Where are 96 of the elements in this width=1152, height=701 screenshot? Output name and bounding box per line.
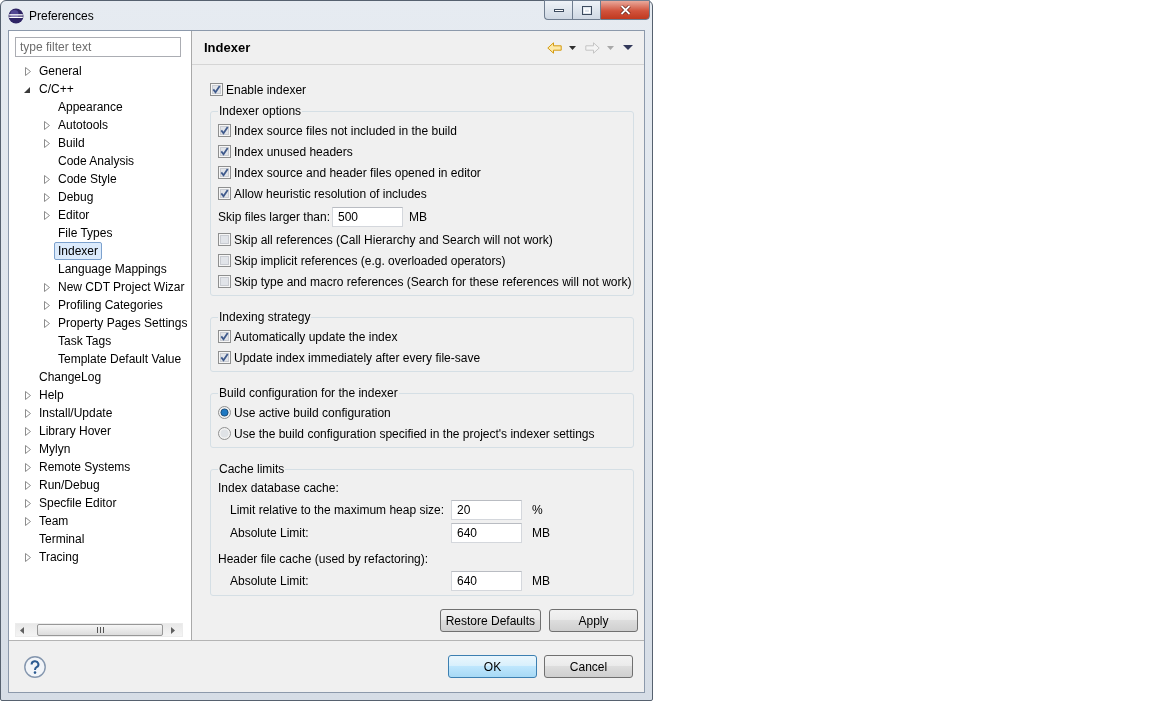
tree-item[interactable]: Debug	[54, 188, 98, 206]
tree-item[interactable]: Task Tags	[54, 332, 116, 350]
striped-sphere-icon	[8, 7, 24, 24]
checkbox[interactable]	[218, 166, 231, 179]
unit-label: MB	[409, 209, 427, 224]
tree-item[interactable]: New CDT Project Wizar	[54, 278, 189, 296]
tree-item[interactable]: Template Default Value	[54, 350, 186, 368]
radio-label: Use the build configuration specified in the project's indexer settings	[234, 426, 595, 441]
field-label: Limit relative to the maximum heap size:	[230, 502, 446, 517]
unit-label: MB	[532, 573, 550, 588]
tree-item[interactable]: Language Mappings	[54, 260, 171, 278]
checkbox[interactable]	[218, 145, 231, 158]
cancel-button[interactable]: Cancel	[544, 655, 633, 678]
minimize-icon	[553, 8, 564, 12]
input-field[interactable]: 20	[451, 499, 522, 520]
maximize-button[interactable]	[572, 0, 600, 20]
checkbox[interactable]	[218, 254, 231, 267]
radio-button[interactable]	[218, 406, 231, 419]
tree-item[interactable]: Help	[35, 386, 68, 404]
tree-item[interactable]: Terminal	[35, 530, 89, 548]
page-title: Indexer	[204, 40, 251, 55]
tree-item[interactable]: Run/Debug	[35, 476, 104, 494]
grip-icon	[96, 627, 104, 633]
tree-item[interactable]: Build	[54, 134, 89, 152]
apply-button[interactable]: Apply	[549, 609, 638, 632]
checkbox-label: Enable indexer	[226, 82, 307, 97]
scrollbar-thumb[interactable]	[37, 624, 163, 636]
group-title: Indexer options	[218, 103, 303, 120]
checkbox[interactable]	[210, 83, 223, 96]
tree-item[interactable]: Appearance	[54, 98, 127, 116]
checkbox[interactable]	[218, 124, 231, 137]
checkbox[interactable]	[218, 275, 231, 288]
field-label: Absolute Limit:	[230, 573, 310, 588]
group-title: Build configuration for the indexer	[218, 385, 399, 402]
tree-item[interactable]: General	[35, 62, 86, 80]
tree-item[interactable]: Remote Systems	[35, 458, 135, 476]
input-field[interactable]: 640	[451, 522, 522, 543]
checkbox-label: Skip type and macro references (Search for these references will not work)	[234, 274, 632, 289]
checkbox-label: Automatically update the index	[234, 329, 398, 344]
checkbox-label: Index source and header files opened in editor	[234, 165, 481, 180]
input-field[interactable]: 500	[332, 206, 403, 227]
tree-item[interactable]: Library Hover	[35, 422, 116, 440]
tree-item[interactable]: Editor	[54, 206, 94, 224]
caret-down-icon[interactable]	[24, 87, 30, 93]
arrow-left-icon[interactable]	[20, 626, 24, 634]
input-field[interactable]: 640	[451, 570, 522, 591]
caret-right-icon[interactable]	[25, 66, 31, 76]
caret-icon[interactable]	[569, 45, 576, 50]
field-label: Skip files larger than:	[218, 209, 332, 224]
radio-label: Use active build configuration	[234, 405, 391, 420]
horizontal-scrollbar[interactable]	[15, 623, 183, 637]
tree-item[interactable]: Install/Update	[35, 404, 117, 422]
tree-item[interactable]: Code Style	[54, 170, 121, 188]
tree-item[interactable]: C/C++	[35, 80, 78, 98]
close-icon	[619, 5, 631, 15]
checkbox-label: Skip all references (Call Hierarchy and Search will not work)	[234, 232, 553, 247]
section-label: Header file cache (used by refactoring):	[218, 552, 429, 566]
tree-item[interactable]: ChangeLog	[35, 368, 106, 386]
checkbox[interactable]	[218, 233, 231, 246]
unit-label: MB	[532, 525, 550, 540]
tree-item[interactable]: Property Pages Settings	[54, 314, 192, 332]
group-title: Cache limits	[218, 461, 286, 478]
unit-label: %	[532, 502, 543, 517]
checkbox-label: Index unused headers	[234, 144, 353, 159]
tree-item[interactable]: Profiling Categories	[54, 296, 167, 314]
back-arrow-icon[interactable]	[547, 41, 562, 54]
tree-item[interactable]: Mylyn	[35, 440, 75, 458]
field-label: Absolute Limit:	[230, 525, 310, 540]
checkbox[interactable]	[218, 330, 231, 343]
ok-button[interactable]: OK	[448, 655, 537, 678]
checkbox[interactable]	[218, 351, 231, 364]
radio-button[interactable]	[218, 427, 231, 440]
restore-defaults-button[interactable]: Restore Defaults	[439, 609, 541, 632]
tree-item[interactable]: Autotools	[54, 116, 113, 134]
tree-item[interactable]: Indexer	[54, 242, 103, 260]
tree-item[interactable]: Tracing	[35, 548, 83, 566]
checkbox-label: Update index immediately after every file-save	[234, 350, 481, 365]
arrow-right-icon[interactable]	[171, 626, 175, 634]
tree-item[interactable]: Specfile Editor	[35, 494, 121, 512]
checkbox-label: Skip implicit references (e.g. overloaded operators)	[234, 253, 506, 268]
maximize-icon	[581, 5, 592, 15]
checkbox-label: Index source files not included in the build	[234, 123, 457, 138]
minimize-button[interactable]	[544, 0, 572, 20]
checkbox-label: Allow heuristic resolution of includes	[234, 186, 427, 201]
checkbox[interactable]	[218, 187, 231, 200]
help-icon[interactable]	[24, 655, 46, 678]
tree-item[interactable]: Code Analysis	[54, 152, 139, 170]
tree-item[interactable]: Team	[35, 512, 73, 530]
caret-right-icon[interactable]	[25, 552, 31, 562]
group-title: Indexing strategy	[218, 309, 312, 326]
tree-item[interactable]: File Types	[54, 224, 117, 242]
close-button[interactable]	[600, 0, 650, 20]
section-label: Index database cache:	[218, 481, 339, 495]
filter-field[interactable]: type filter text	[15, 37, 181, 57]
window-title: Preferences	[29, 8, 94, 23]
menu-caret-icon[interactable]	[623, 45, 633, 50]
